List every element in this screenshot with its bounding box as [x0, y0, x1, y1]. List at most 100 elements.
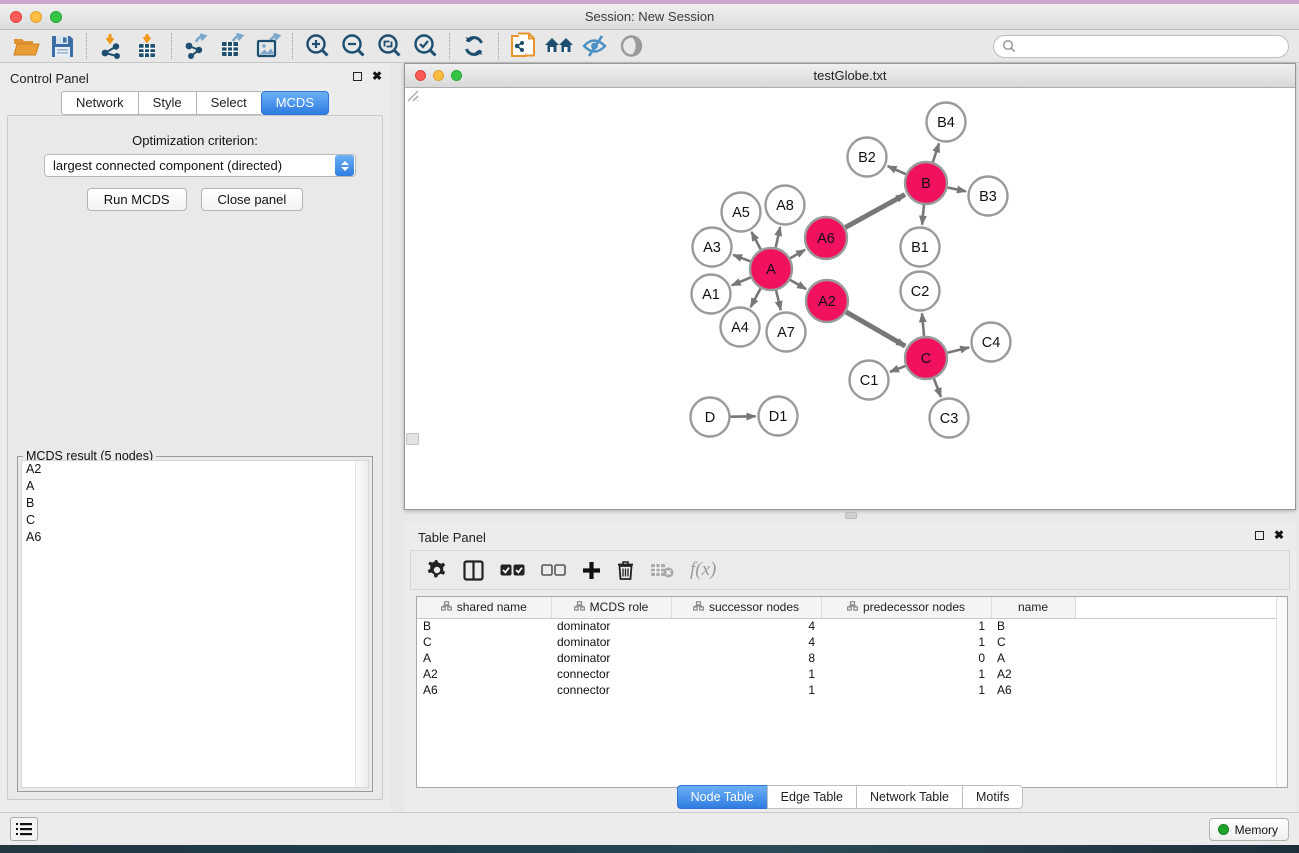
column-header-predecessor-nodes[interactable]: predecessor nodes — [821, 597, 991, 618]
node-C2[interactable]: C2 — [901, 272, 940, 311]
column-header-successor-nodes[interactable]: successor nodes — [671, 597, 821, 618]
column-header-MCDS-role[interactable]: MCDS role — [551, 597, 671, 618]
export-image-icon[interactable] — [250, 32, 286, 60]
deselect-all-icon[interactable] — [541, 564, 566, 577]
mcds-result-item[interactable]: B — [22, 495, 368, 512]
edge-C-C2[interactable] — [922, 313, 924, 336]
table-row[interactable]: Adominator80A — [417, 650, 1287, 666]
column-header-name[interactable]: name — [991, 597, 1075, 618]
zoom-in-icon[interactable] — [299, 32, 335, 60]
import-network-icon[interactable] — [93, 32, 129, 60]
node-B1[interactable]: B1 — [901, 228, 940, 267]
canvas-horizontal-scrollbar[interactable] — [845, 512, 857, 519]
save-session-icon[interactable] — [44, 32, 80, 60]
table-row[interactable]: A2connector11A2 — [417, 666, 1287, 682]
task-history-button[interactable] — [10, 817, 38, 841]
canvas-vertical-scrollbar[interactable] — [406, 433, 419, 445]
close-table-panel-icon[interactable]: ✖ — [1274, 530, 1284, 540]
table-row[interactable]: Bdominator41B — [417, 618, 1287, 634]
edge-B-B3[interactable] — [948, 188, 966, 192]
node-A6[interactable]: A6 — [805, 217, 847, 259]
zoom-fit-icon[interactable] — [371, 32, 407, 60]
resize-grip-icon[interactable] — [405, 88, 419, 102]
node-A5[interactable]: A5 — [722, 193, 761, 232]
hide-graphics-details-icon[interactable] — [577, 32, 613, 60]
edge-A-A6[interactable] — [790, 250, 805, 258]
edge-B-B1[interactable] — [922, 205, 924, 225]
edge-B-B2[interactable] — [888, 166, 906, 174]
node-C1[interactable]: C1 — [850, 361, 889, 400]
edge-A-A2[interactable] — [790, 280, 806, 289]
zoom-selected-icon[interactable] — [407, 32, 443, 60]
network-canvas[interactable]: AA1A2A3A4A5A6A7A8BB1B2B3B4CC1C2C3C4DD1 — [405, 88, 1295, 509]
edge-A-A5[interactable] — [751, 232, 760, 250]
node-A7[interactable]: A7 — [767, 313, 806, 352]
edge-A-A7[interactable] — [776, 290, 781, 310]
settings-gear-icon[interactable] — [427, 560, 447, 580]
mcds-result-item[interactable]: A2 — [22, 461, 368, 478]
delete-icon[interactable] — [617, 560, 634, 580]
search-input[interactable] — [1021, 39, 1280, 53]
tab-select[interactable]: Select — [196, 91, 261, 115]
node-D1[interactable]: D1 — [759, 397, 798, 436]
column-view-icon[interactable] — [463, 560, 484, 581]
edge-C-C1[interactable] — [890, 366, 905, 372]
node-A1[interactable]: A1 — [692, 275, 731, 314]
tab-style[interactable]: Style — [138, 91, 196, 115]
edge-A-A8[interactable] — [776, 227, 780, 248]
memory-button[interactable]: Memory — [1209, 818, 1289, 841]
tab-edge-table[interactable]: Edge Table — [767, 785, 856, 809]
tab-network-table[interactable]: Network Table — [856, 785, 962, 809]
search-box[interactable] — [993, 35, 1289, 58]
edge-A-A3[interactable] — [733, 255, 750, 261]
criterion-select[interactable]: largest connected component (directed) — [44, 154, 356, 177]
edge-A6-B[interactable] — [845, 195, 905, 228]
tab-node-table[interactable]: Node Table — [677, 785, 767, 809]
result-scrollbar[interactable] — [355, 461, 368, 787]
edge-B-B4[interactable] — [933, 143, 939, 162]
float-table-panel-icon[interactable] — [1255, 531, 1264, 540]
home-icon[interactable] — [541, 32, 577, 60]
open-session-icon[interactable] — [8, 32, 44, 60]
import-table-icon[interactable] — [129, 32, 165, 60]
column-header-shared-name[interactable]: shared name — [417, 597, 551, 618]
node-B3[interactable]: B3 — [969, 177, 1008, 216]
export-network-icon[interactable] — [178, 32, 214, 60]
edge-A-A4[interactable] — [751, 288, 761, 307]
edge-C-C3[interactable] — [934, 379, 941, 397]
tab-network[interactable]: Network — [61, 91, 138, 115]
clear-table-icon[interactable] — [650, 562, 674, 578]
float-panel-icon[interactable] — [353, 72, 362, 81]
network-window-titlebar[interactable]: testGlobe.txt — [405, 64, 1295, 88]
table-scrollbar[interactable] — [1276, 597, 1287, 787]
mcds-result-item[interactable]: A6 — [22, 529, 368, 546]
zoom-out-icon[interactable] — [335, 32, 371, 60]
table-row[interactable]: A6connector11A6 — [417, 682, 1287, 698]
function-builder-icon[interactable]: f(x) — [690, 559, 716, 581]
tab-mcds[interactable]: MCDS — [261, 91, 329, 115]
node-C4[interactable]: C4 — [972, 323, 1011, 362]
edge-A-A1[interactable] — [732, 277, 751, 285]
mcds-result-item[interactable]: C — [22, 512, 368, 529]
add-icon[interactable] — [582, 561, 601, 580]
clone-network-icon[interactable] — [505, 32, 541, 60]
mcds-result-list[interactable]: A2ABCA6 — [21, 460, 369, 788]
close-panel-icon[interactable]: ✖ — [372, 71, 382, 81]
edge-C-C4[interactable] — [947, 347, 969, 352]
select-all-icon[interactable] — [500, 564, 525, 577]
tab-motifs[interactable]: Motifs — [962, 785, 1023, 809]
node-A2[interactable]: A2 — [806, 280, 848, 322]
node-C3[interactable]: C3 — [930, 399, 969, 438]
network-graph[interactable]: AA1A2A3A4A5A6A7A8BB1B2B3B4CC1C2C3C4DD1 — [405, 88, 1295, 509]
node-table[interactable]: shared nameMCDS rolesuccessor nodesprede… — [416, 596, 1288, 788]
mcds-result-item[interactable]: A — [22, 478, 368, 495]
node-B2[interactable]: B2 — [848, 138, 887, 177]
node-A4[interactable]: A4 — [721, 308, 760, 347]
node-D[interactable]: D — [691, 398, 730, 437]
edge-A2-C[interactable] — [846, 312, 905, 346]
node-A[interactable]: A — [750, 248, 792, 290]
export-table-icon[interactable] — [214, 32, 250, 60]
node-B[interactable]: B — [905, 162, 947, 204]
node-A3[interactable]: A3 — [693, 228, 732, 267]
table-row[interactable]: Cdominator41C — [417, 634, 1287, 650]
